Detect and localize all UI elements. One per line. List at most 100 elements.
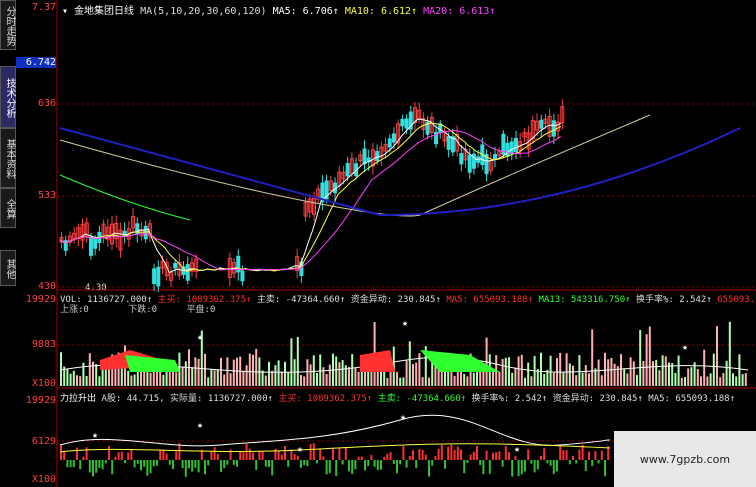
force-bar bbox=[120, 451, 123, 460]
force-bar bbox=[293, 454, 296, 460]
volume-bar bbox=[280, 371, 283, 386]
force-bar bbox=[322, 456, 325, 460]
force-bar bbox=[460, 449, 462, 460]
force-bar bbox=[261, 451, 264, 460]
candle-body bbox=[514, 137, 518, 153]
candle-body bbox=[400, 118, 405, 127]
force-bar bbox=[418, 448, 421, 460]
candle-body bbox=[404, 118, 409, 129]
force-bar bbox=[524, 460, 526, 472]
force-bar bbox=[92, 460, 94, 477]
volume-bar bbox=[655, 359, 658, 386]
force-bar bbox=[242, 452, 245, 460]
force-bar bbox=[82, 456, 85, 460]
force-bar bbox=[194, 460, 197, 468]
volume-bar bbox=[719, 377, 722, 386]
volume-bar bbox=[498, 371, 501, 386]
candle-body bbox=[539, 119, 544, 129]
volume-bar bbox=[338, 362, 341, 386]
volume-bar bbox=[316, 372, 318, 386]
volume-bar bbox=[696, 368, 699, 386]
force-bar bbox=[412, 450, 414, 460]
force-bar bbox=[335, 460, 338, 476]
force-bar bbox=[575, 460, 578, 464]
force-bar bbox=[588, 451, 590, 460]
star-marker-icon: ★ bbox=[197, 420, 203, 431]
force-bar bbox=[453, 449, 456, 460]
force-bar bbox=[488, 460, 491, 474]
candle-body bbox=[459, 153, 464, 165]
force-bar bbox=[146, 460, 149, 476]
force-bar bbox=[450, 444, 453, 460]
force-bar bbox=[296, 455, 299, 460]
star-marker-icon: ★ bbox=[92, 430, 98, 441]
volume-bar bbox=[575, 375, 578, 386]
force-bar bbox=[354, 460, 357, 470]
force-bar bbox=[127, 452, 130, 460]
volume-bar bbox=[741, 374, 744, 386]
volume-bar bbox=[341, 360, 344, 386]
force-bar bbox=[130, 449, 133, 460]
force-bar bbox=[386, 453, 389, 460]
volume-bar bbox=[79, 376, 82, 386]
force-bar bbox=[383, 456, 386, 460]
volume-bar bbox=[303, 376, 306, 386]
force-bar bbox=[255, 460, 258, 470]
force-bar bbox=[360, 456, 363, 460]
force-bar bbox=[495, 452, 498, 460]
force-bar bbox=[508, 452, 510, 460]
force-bar bbox=[434, 456, 437, 460]
volume-bar bbox=[274, 365, 277, 386]
volume-bar bbox=[328, 364, 331, 386]
force-bar bbox=[476, 445, 478, 460]
force-bar bbox=[309, 444, 312, 460]
volume-bar bbox=[732, 373, 734, 386]
volume-bar bbox=[223, 374, 226, 386]
force-bar bbox=[565, 450, 568, 460]
force-bar bbox=[338, 448, 341, 460]
volume-bar bbox=[152, 369, 155, 386]
volume-bar bbox=[629, 357, 632, 386]
volume-bar bbox=[300, 374, 302, 386]
force-bar bbox=[408, 456, 411, 460]
force-bar bbox=[88, 460, 91, 473]
volume-bar bbox=[348, 366, 350, 386]
force-bar bbox=[559, 446, 562, 460]
force-bar bbox=[351, 460, 354, 475]
force-bar bbox=[373, 460, 376, 467]
volume-bar bbox=[261, 370, 264, 386]
force-bar bbox=[357, 456, 360, 460]
volume-bar bbox=[204, 353, 206, 386]
force-bar bbox=[290, 449, 293, 460]
force-bar bbox=[600, 450, 603, 460]
volume-bar bbox=[604, 352, 606, 386]
candle-body bbox=[362, 148, 367, 165]
volume-bar bbox=[501, 359, 504, 386]
ma30-line bbox=[59, 174, 191, 221]
candle-body bbox=[391, 133, 396, 143]
force-bar bbox=[469, 454, 472, 460]
force-bar bbox=[114, 456, 117, 460]
force-bar bbox=[159, 450, 162, 460]
force-bar bbox=[392, 460, 395, 464]
volume-bar bbox=[229, 373, 232, 386]
volume-bar bbox=[335, 356, 338, 386]
force-bar bbox=[396, 460, 398, 474]
ma20-line bbox=[59, 130, 562, 271]
force-bar bbox=[210, 451, 213, 460]
force-bar bbox=[527, 449, 530, 460]
volume-bar bbox=[552, 372, 555, 386]
force-bar bbox=[319, 448, 322, 460]
force-bar bbox=[149, 460, 152, 474]
volume-bar bbox=[66, 368, 69, 386]
volume-bar bbox=[277, 360, 280, 386]
force-bar bbox=[572, 455, 574, 460]
price-volume-chart[interactable]: ★★★★★★★★★ bbox=[0, 0, 756, 487]
volume-bar bbox=[168, 372, 171, 386]
star-marker-icon: ★ bbox=[197, 332, 203, 343]
volume-bar bbox=[712, 353, 715, 386]
volume-bar bbox=[600, 375, 603, 386]
force-bar bbox=[213, 447, 216, 460]
candle-body bbox=[467, 154, 472, 173]
star-marker-icon: ★ bbox=[514, 444, 520, 455]
